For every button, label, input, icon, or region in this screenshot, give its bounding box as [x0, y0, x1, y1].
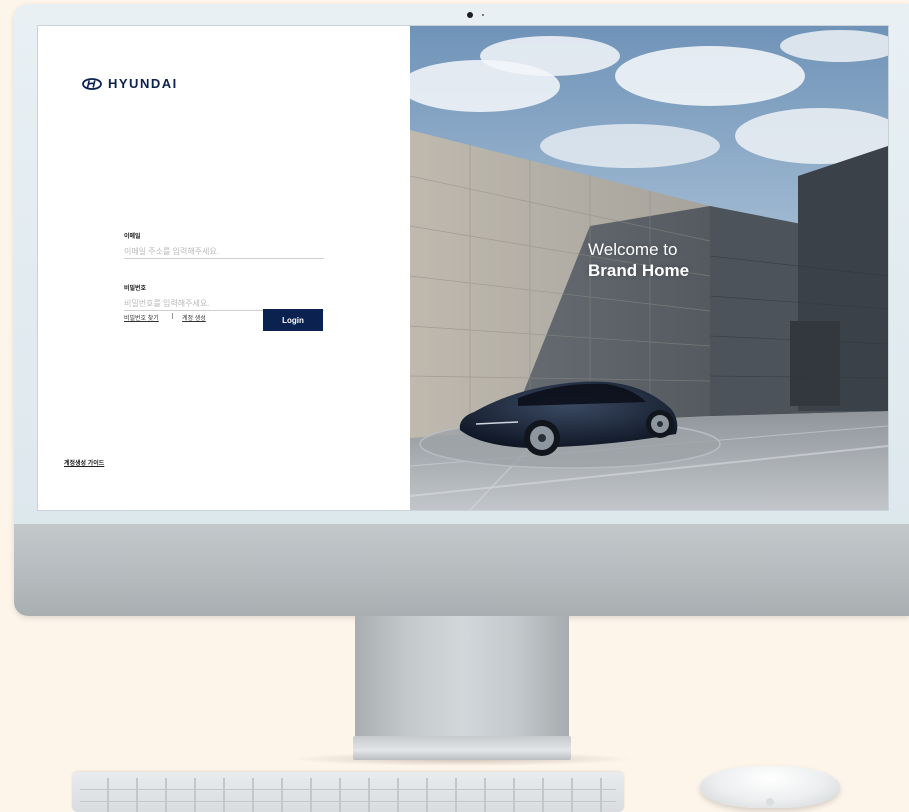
find-password-link[interactable]: 비밀번호 찾기	[124, 313, 159, 322]
sensor-icon	[482, 14, 484, 16]
password-label: 비밀번호	[124, 286, 147, 292]
link-divider	[172, 313, 173, 319]
login-panel: HYUNDAI 이메일 비밀번호 비밀번호 찾기 계정 생성 Login 계정생…	[38, 26, 410, 510]
hyundai-emblem-icon	[82, 77, 102, 90]
imac-display: HYUNDAI 이메일 비밀번호 비밀번호 찾기 계정 생성 Login 계정생…	[14, 4, 909, 616]
email-input[interactable]	[124, 244, 324, 259]
apple-logo-icon	[766, 798, 774, 806]
account-guide-link[interactable]: 계정생성 가이드	[64, 458, 104, 467]
hero-title-line2: Brand Home	[588, 261, 690, 280]
camera-icon	[467, 12, 473, 18]
hero-headline: Welcome to Brand Home	[588, 240, 689, 281]
monitor-chin	[14, 524, 909, 616]
create-account-link[interactable]: 계정 생성	[182, 313, 206, 322]
monitor-stand	[355, 616, 569, 742]
hero-image: Welcome to Brand Home	[410, 26, 888, 510]
keyboard	[72, 772, 624, 812]
brand-logo: HYUNDAI	[82, 76, 178, 91]
mouse	[700, 766, 840, 808]
hero-title-line1: Welcome to	[588, 240, 678, 259]
stand-foot	[353, 736, 571, 760]
email-label: 이메일	[124, 234, 141, 240]
brand-wordmark: HYUNDAI	[108, 76, 178, 91]
screen: HYUNDAI 이메일 비밀번호 비밀번호 찾기 계정 생성 Login 계정생…	[37, 25, 889, 511]
login-button[interactable]: Login	[263, 309, 323, 331]
keyboard-keys	[80, 778, 616, 812]
